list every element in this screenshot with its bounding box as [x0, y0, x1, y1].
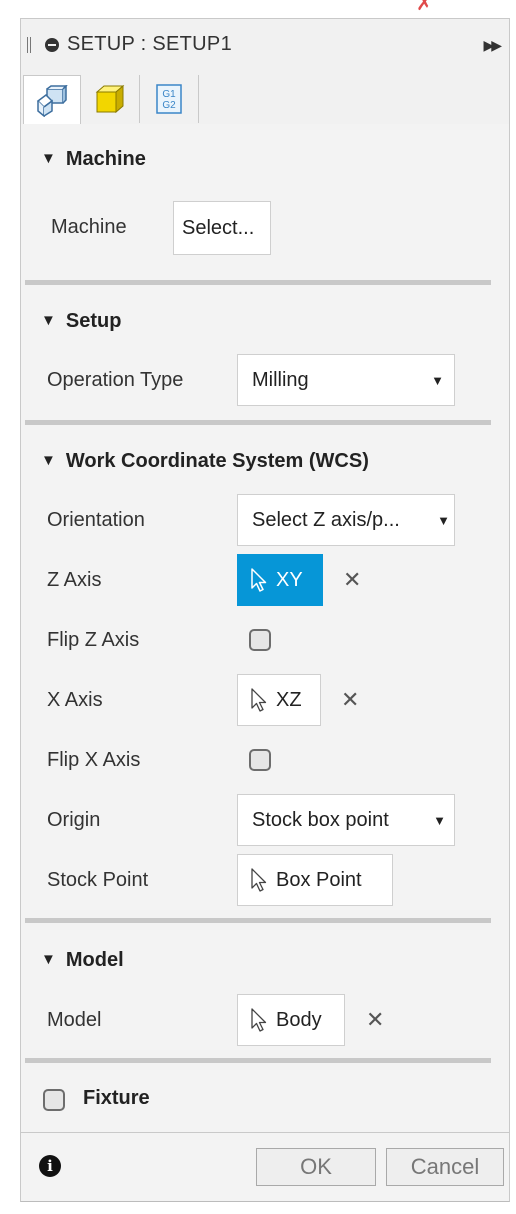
clear-model-icon[interactable]: ✕ [366, 1007, 384, 1033]
fixture-checkbox[interactable] [43, 1089, 65, 1111]
flip-x-checkbox[interactable] [249, 749, 271, 771]
section-machine-header[interactable]: ▼ Machine [41, 148, 146, 171]
tab-post-process[interactable]: G1 G2 [140, 75, 199, 123]
model-label: Model [47, 1009, 102, 1031]
dialog-titlebar[interactable]: SETUP : SETUP1 ▶▶ [21, 19, 509, 71]
operation-type-label: Operation Type [47, 369, 184, 391]
z-axis-selector[interactable]: XY [237, 554, 323, 606]
expand-panel-icon[interactable]: ▶▶ [483, 37, 501, 54]
section-setup-header[interactable]: ▼ Setup [41, 310, 121, 333]
origin-value: Stock box point [252, 808, 389, 831]
model-selector[interactable]: Body [237, 994, 345, 1046]
g1-label: G1 [162, 89, 176, 100]
cancel-button[interactable]: Cancel [386, 1148, 504, 1186]
section-divider [25, 420, 491, 425]
section-divider [25, 1058, 491, 1063]
x-axis-selector[interactable]: XZ [237, 674, 321, 726]
info-icon[interactable]: i [39, 1155, 61, 1177]
tab-bar: G1 G2 [23, 75, 199, 125]
drag-handle-icon[interactable] [27, 37, 31, 53]
z-axis-value: XY [276, 568, 303, 591]
x-axis-label: X Axis [47, 689, 103, 711]
setup-dialog: SETUP : SETUP1 ▶▶ G1 G2 ▼ Machine Machin… [20, 18, 510, 1202]
operation-type-value: Milling [252, 368, 309, 391]
flip-z-label: Flip Z Axis [47, 629, 140, 651]
collapse-triangle-icon: ▼ [41, 150, 56, 167]
section-divider [25, 280, 491, 285]
origin-label: Origin [47, 809, 101, 831]
operation-type-dropdown[interactable]: Milling ▼ [237, 354, 455, 406]
cursor-arrow-icon [251, 868, 267, 892]
tab-stock[interactable] [81, 75, 140, 123]
orientation-dropdown[interactable]: Select Z axis/p... ▼ [237, 494, 455, 546]
dropdown-caret-icon: ▼ [433, 813, 446, 828]
section-setup-title: Setup [65, 310, 122, 332]
collapse-triangle-icon: ▼ [41, 312, 56, 329]
flip-x-label: Flip X Axis [47, 749, 141, 771]
dialog-content: ▼ Machine Machine Select... ▼ Setup Operat… [21, 124, 509, 1133]
section-wcs-title: Work Coordinate System (WCS) [65, 450, 369, 472]
section-wcs-header[interactable]: ▼ Work Coordinate System (WCS) [41, 450, 369, 473]
z-axis-label: Z Axis [47, 569, 102, 591]
ok-button[interactable]: OK [256, 1148, 376, 1186]
setup-tool-icon [36, 84, 68, 117]
origin-dropdown[interactable]: Stock box point ▼ [237, 794, 455, 846]
clear-z-axis-icon[interactable]: ✕ [343, 567, 361, 593]
g1-g2-post-icon: G1 G2 [156, 84, 182, 114]
flip-z-checkbox[interactable] [249, 629, 271, 651]
cursor-arrow-icon [251, 688, 267, 712]
clear-x-axis-icon[interactable]: ✕ [341, 687, 359, 713]
section-model-title: Model [65, 949, 124, 971]
section-model-header[interactable]: ▼ Model [41, 949, 124, 972]
g2-label: G2 [162, 100, 176, 111]
dropdown-caret-icon: ▼ [431, 373, 444, 388]
dialog-title: SETUP : SETUP1 [67, 33, 232, 55]
dialog-footer: i OK Cancel [21, 1132, 509, 1201]
stop-icon [45, 38, 59, 52]
stock-point-label: Stock Point [47, 869, 149, 891]
x-axis-value: XZ [276, 688, 302, 711]
stock-point-selector[interactable]: Box Point [237, 854, 393, 906]
stock-box-icon [95, 84, 125, 114]
tab-setup[interactable] [23, 75, 81, 125]
stock-point-value: Box Point [276, 868, 362, 891]
cursor-arrow-icon [251, 1008, 267, 1032]
machine-label: Machine [51, 216, 127, 238]
fixture-label: Fixture [83, 1087, 150, 1109]
collapse-triangle-icon: ▼ [41, 951, 56, 968]
machine-select-label: Select... [182, 216, 255, 239]
close-mark-icon: ✗ [416, 0, 433, 15]
orientation-value: Select Z axis/p... [252, 508, 400, 531]
orientation-label: Orientation [47, 509, 145, 531]
machine-select-button[interactable]: Select... [173, 201, 271, 255]
section-machine-title: Machine [65, 148, 146, 170]
cursor-arrow-icon [251, 568, 267, 592]
collapse-triangle-icon: ▼ [41, 452, 56, 469]
model-value: Body [276, 1008, 322, 1031]
section-divider [25, 918, 491, 923]
dropdown-caret-icon: ▼ [437, 513, 450, 528]
